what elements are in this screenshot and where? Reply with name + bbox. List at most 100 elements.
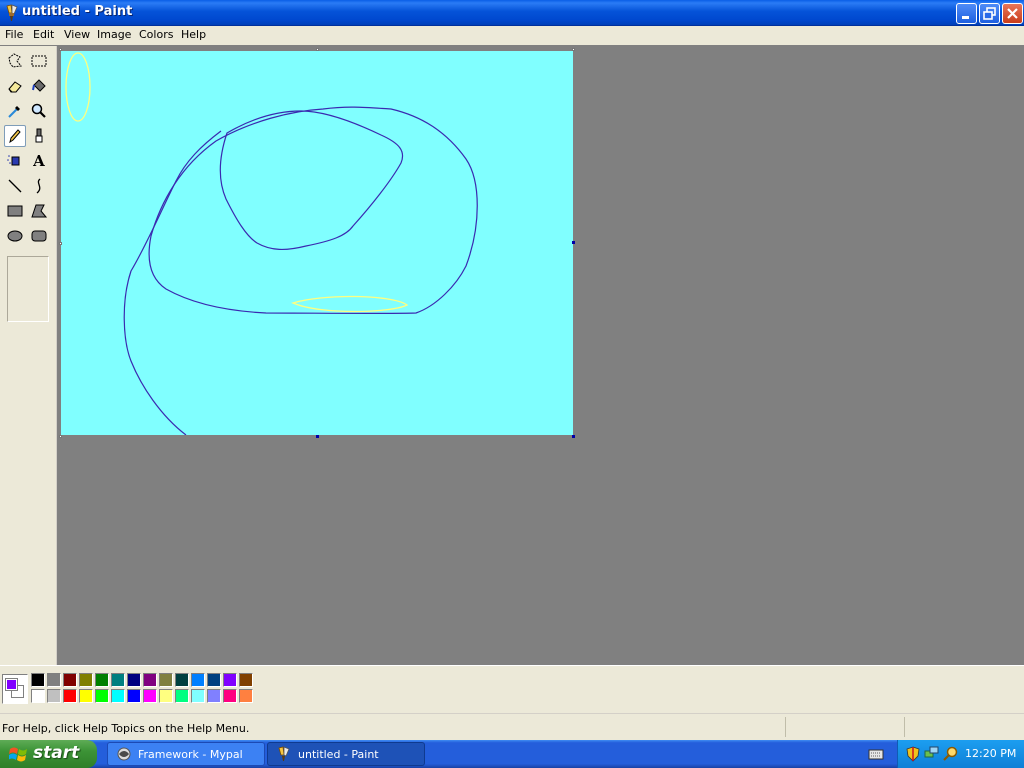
resize-handle-right[interactable] — [572, 241, 575, 244]
palette-swatch[interactable] — [127, 673, 141, 687]
line-icon — [8, 179, 22, 193]
palette-swatch[interactable] — [223, 673, 237, 687]
keyboard-icon[interactable] — [868, 748, 884, 761]
minimize-icon — [962, 16, 969, 19]
menu-image[interactable]: Image — [97, 28, 131, 41]
palette-swatch[interactable] — [239, 673, 253, 687]
start-button[interactable]: start — [0, 740, 97, 768]
close-icon — [1007, 8, 1018, 19]
resize-handle-tl — [59, 48, 62, 51]
status-bar: For Help, click Help Topics on the Help … — [0, 713, 1024, 740]
rectangle-tool[interactable] — [4, 200, 26, 222]
restore-button[interactable] — [979, 3, 1000, 24]
palette-swatch[interactable] — [159, 673, 173, 687]
curve-icon — [36, 178, 41, 194]
palette-swatch[interactable] — [143, 689, 157, 703]
palette-swatch[interactable] — [175, 689, 189, 703]
palette-swatch[interactable] — [111, 689, 125, 703]
eraser-icon — [8, 81, 22, 93]
brush-tool[interactable] — [28, 125, 50, 147]
pencil-icon — [9, 129, 21, 144]
palette-swatch[interactable] — [31, 689, 45, 703]
resize-handle-tr — [572, 48, 575, 51]
resize-handle-br[interactable] — [572, 435, 575, 438]
palette-swatch[interactable] — [79, 689, 93, 703]
menu-view[interactable]: View — [64, 28, 90, 41]
ellipse-tool[interactable] — [4, 225, 26, 247]
title-bar[interactable]: untitled - Paint — [0, 0, 1024, 26]
fill-bucket-icon — [32, 79, 46, 92]
drawing-strokes — [65, 52, 478, 436]
palette-swatch[interactable] — [223, 689, 237, 703]
palette-swatch[interactable] — [159, 689, 173, 703]
palette-swatch[interactable] — [47, 689, 61, 703]
security-shield-icon[interactable] — [906, 746, 920, 762]
inner-loop-stroke — [219, 110, 404, 250]
resize-handle-bl — [59, 435, 62, 438]
yellow-ellipse-stroke — [65, 52, 91, 122]
network-icon[interactable] — [924, 746, 940, 762]
taskbar-item-paint[interactable]: untitled - Paint — [267, 742, 425, 766]
paint-app-icon — [278, 746, 290, 761]
resize-handle-left — [59, 242, 62, 245]
color-picker-icon — [8, 106, 20, 118]
rect-select-icon — [31, 55, 47, 67]
pencil-tool[interactable] — [4, 125, 26, 147]
polygon-tool[interactable] — [28, 200, 50, 222]
current-colors[interactable] — [2, 674, 28, 704]
menu-colors[interactable]: Colors — [139, 28, 173, 41]
restore-icon — [983, 7, 996, 20]
curve-tool[interactable] — [28, 175, 50, 197]
search-magnifier-icon[interactable] — [943, 746, 959, 762]
palette-swatch[interactable] — [95, 689, 109, 703]
taskbar-item-mypal[interactable]: Framework - Mypal — [107, 742, 265, 766]
fill-tool[interactable] — [28, 75, 50, 97]
palette-swatch[interactable] — [175, 673, 189, 687]
palette-swatch[interactable] — [63, 689, 77, 703]
foreground-color-swatch[interactable] — [5, 678, 18, 691]
toolbox: A — [0, 46, 57, 665]
menu-bar: File Edit View Image Colors Help — [0, 26, 1024, 45]
menu-edit[interactable]: Edit — [33, 28, 54, 41]
palette-swatch[interactable] — [63, 673, 77, 687]
palette-swatch[interactable] — [31, 673, 45, 687]
magnifier-icon — [31, 103, 46, 118]
palette-swatch[interactable] — [207, 689, 221, 703]
menu-help[interactable]: Help — [181, 28, 206, 41]
minimize-button[interactable] — [956, 3, 977, 24]
clock: 12:20 PM — [965, 747, 1017, 760]
palette-swatch[interactable] — [47, 673, 61, 687]
eraser-tool[interactable] — [4, 75, 26, 97]
palette-swatch[interactable] — [111, 673, 125, 687]
rectangle-icon — [7, 205, 23, 217]
close-button[interactable] — [1002, 3, 1023, 24]
palette-swatch[interactable] — [207, 673, 221, 687]
palette-swatch[interactable] — [79, 673, 93, 687]
tail-stroke — [123, 130, 222, 436]
resize-handle-bottom[interactable] — [316, 435, 319, 438]
pick-color-tool[interactable] — [4, 100, 26, 122]
rounded-rect-icon — [31, 230, 47, 242]
rect-select-tool[interactable] — [28, 50, 50, 72]
drawing-canvas[interactable] — [61, 51, 573, 436]
line-tool[interactable] — [4, 175, 26, 197]
palette-swatch[interactable] — [191, 689, 205, 703]
palette-swatch[interactable] — [95, 673, 109, 687]
menu-file[interactable]: File — [5, 28, 23, 41]
text-tool[interactable]: A — [28, 150, 50, 172]
palette-swatch[interactable] — [143, 673, 157, 687]
palette-swatch[interactable] — [127, 689, 141, 703]
ellipse-icon — [7, 230, 23, 242]
airbrush-icon — [7, 155, 20, 166]
palette-swatch[interactable] — [191, 673, 205, 687]
palette-swatch[interactable] — [239, 689, 253, 703]
rounded-rect-tool[interactable] — [28, 225, 50, 247]
airbrush-tool[interactable] — [4, 150, 26, 172]
magnifier-tool[interactable] — [28, 100, 50, 122]
tool-options-panel[interactable] — [7, 256, 49, 322]
free-form-select-tool[interactable] — [4, 50, 26, 72]
window-title: untitled - Paint — [22, 4, 133, 19]
windows-logo-icon — [9, 747, 27, 762]
system-tray: 12:20 PM — [897, 740, 1024, 768]
status-cell-coords — [785, 717, 904, 737]
